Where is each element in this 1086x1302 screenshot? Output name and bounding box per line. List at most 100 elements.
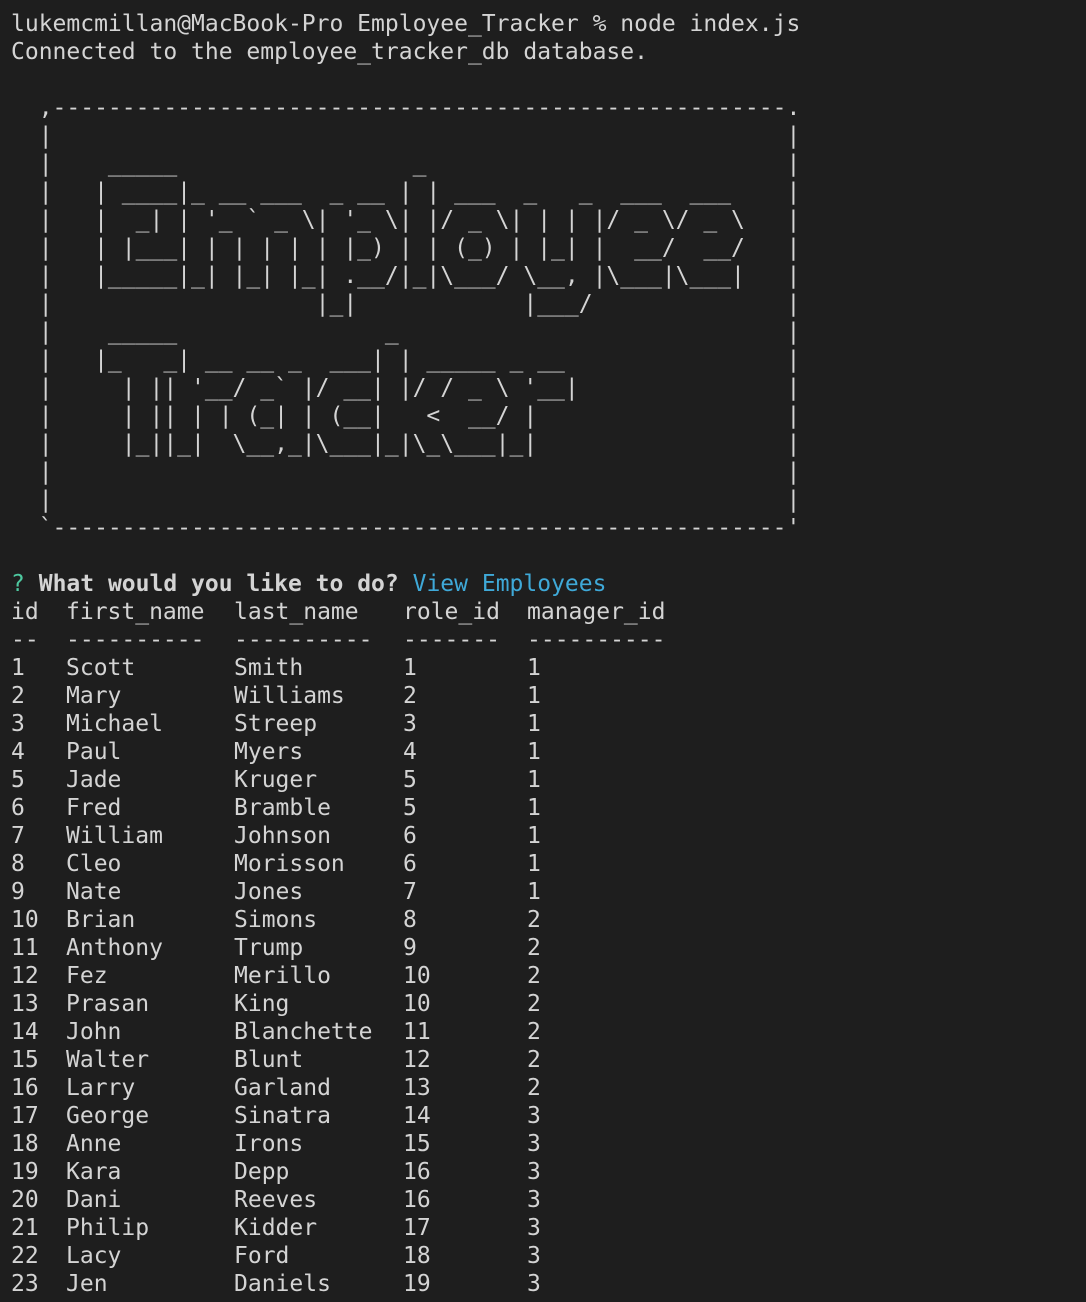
table-row: 14 John Blanchette 11 2 <box>11 1018 1086 1046</box>
column-header-id: id <box>11 599 39 625</box>
cell-last-name: Garland <box>234 1075 331 1101</box>
cell-last-name: Blanchette <box>234 1019 373 1045</box>
separator-role-id: ------- <box>403 627 500 653</box>
table-row: 4 Paul Myers 4 1 <box>11 738 1086 766</box>
cell-first-name: Lacy <box>66 1243 122 1269</box>
cell-last-name: Ford <box>234 1243 290 1269</box>
cell-id: 11 <box>11 935 39 961</box>
cell-manager-id: 3 <box>527 1187 541 1213</box>
banner-line: | | || | | (_| | (__| < __/ | | <box>11 403 801 429</box>
table-body: 1 Scott Smith 1 1 2 Mary Williams 2 1 3 Michael Stre… <box>11 654 1086 1298</box>
table-row: 10 Brian Simons 8 2 <box>11 906 1086 934</box>
cell-last-name: Kruger <box>234 767 318 793</box>
table-separator-row: -- ---------- ---------- ------- -------… <box>11 626 1086 654</box>
cell-first-name: Jen <box>66 1271 108 1297</box>
cell-manager-id: 3 <box>527 1103 541 1129</box>
banner-line: | | |___| | | | | | |_) | | (_) | |_| | … <box>11 235 801 261</box>
table-row: 7 William Johnson 6 1 <box>11 822 1086 850</box>
table-row: 8 Cleo Morisson 6 1 <box>11 850 1086 878</box>
cell-role-id: 9 <box>403 935 417 961</box>
cell-manager-id: 3 <box>527 1159 541 1185</box>
cell-id: 1 <box>11 655 25 681</box>
cell-last-name: Myers <box>234 739 304 765</box>
table-row: 18 Anne Irons 15 3 <box>11 1130 1086 1158</box>
table-row: 1 Scott Smith 1 1 <box>11 654 1086 682</box>
column-header-first-name: first_name <box>66 599 205 625</box>
cell-first-name: William <box>66 823 163 849</box>
cell-role-id: 10 <box>403 963 431 989</box>
cell-id: 6 <box>11 795 25 821</box>
banner-line: | _____ _ | <box>11 151 801 177</box>
table-row: 21 Philip Kidder 17 3 <box>11 1214 1086 1242</box>
cell-role-id: 5 <box>403 795 417 821</box>
cell-manager-id: 3 <box>527 1215 541 1241</box>
cell-id: 15 <box>11 1047 39 1073</box>
cell-role-id: 4 <box>403 739 417 765</box>
cell-last-name: Williams <box>234 683 345 709</box>
banner-line: ,---------------------------------------… <box>11 95 801 121</box>
cell-role-id: 15 <box>403 1131 431 1157</box>
question-line: ? What would you like to do? View Employ… <box>11 570 1086 598</box>
table-row: 11 Anthony Trump 9 2 <box>11 934 1086 962</box>
cell-manager-id: 3 <box>527 1243 541 1269</box>
cell-id: 12 <box>11 963 39 989</box>
cell-id: 5 <box>11 767 25 793</box>
cell-first-name: Fez <box>66 963 108 989</box>
cell-first-name: Mary <box>66 683 122 709</box>
cell-first-name: Anthony <box>66 935 163 961</box>
ascii-banner: ,---------------------------------------… <box>11 94 1086 542</box>
cell-last-name: Morisson <box>234 851 345 877</box>
cell-manager-id: 1 <box>527 851 541 877</box>
cell-first-name: Brian <box>66 907 136 933</box>
cell-role-id: 14 <box>403 1103 431 1129</box>
connected-message: Connected to the employee_tracker_db dat… <box>11 39 648 65</box>
cell-first-name: Michael <box>66 711 163 737</box>
banner-line: | |_____|_| |_| |_| .__/|_|\___/ \__, |\… <box>11 263 801 289</box>
cell-role-id: 16 <box>403 1187 431 1213</box>
cell-first-name: Anne <box>66 1131 122 1157</box>
cell-id: 4 <box>11 739 25 765</box>
table-row: 2 Mary Williams 2 1 <box>11 682 1086 710</box>
separator-first-name: ---------- <box>66 627 205 653</box>
cell-last-name: Jones <box>234 879 304 905</box>
cell-manager-id: 2 <box>527 1019 541 1045</box>
cell-role-id: 18 <box>403 1243 431 1269</box>
selected-answer: View Employees <box>412 571 607 597</box>
separator-id: -- <box>11 627 39 653</box>
cell-role-id: 16 <box>403 1159 431 1185</box>
column-header-role-id: role_id <box>403 599 500 625</box>
cell-role-id: 6 <box>403 823 417 849</box>
cell-last-name: Johnson <box>234 823 331 849</box>
cell-manager-id: 1 <box>527 879 541 905</box>
cell-manager-id: 1 <box>527 739 541 765</box>
cell-last-name: Irons <box>234 1131 304 1157</box>
banner-line: | | _| | '_ ` _ \| '_ \| |/ _ \| | | |/ … <box>11 207 801 233</box>
banner-line: | | <box>11 459 801 485</box>
cell-first-name: Paul <box>66 739 122 765</box>
cell-id: 13 <box>11 991 39 1017</box>
cell-first-name: Scott <box>66 655 136 681</box>
cell-role-id: 11 <box>403 1019 431 1045</box>
table-row: 13 Prasan King 10 2 <box>11 990 1086 1018</box>
cell-role-id: 8 <box>403 907 417 933</box>
table-header-row: id first_name last_name role_id manager_… <box>11 598 1086 626</box>
cell-role-id: 12 <box>403 1047 431 1073</box>
cell-manager-id: 1 <box>527 711 541 737</box>
cell-last-name: Trump <box>234 935 304 961</box>
banner-line: | _____ _ | <box>11 319 801 345</box>
separator-last-name: ---------- <box>234 627 373 653</box>
banner-line: | |_| |___/ | <box>11 291 801 317</box>
column-header-manager-id: manager_id <box>527 599 666 625</box>
cell-id: 21 <box>11 1215 39 1241</box>
cell-manager-id: 1 <box>527 655 541 681</box>
table-row: 20 Dani Reeves 16 3 <box>11 1186 1086 1214</box>
table-row: 19 Kara Depp 16 3 <box>11 1158 1086 1186</box>
cell-role-id: 10 <box>403 991 431 1017</box>
banner-line: | |_ _| __ __ _ ___| | _____ _ __ | <box>11 347 801 373</box>
banner-line: | | || '__/ _` |/ __| |/ / _ \ '__| | <box>11 375 801 401</box>
cell-first-name: Walter <box>66 1047 150 1073</box>
cell-first-name: Cleo <box>66 851 122 877</box>
cell-id: 18 <box>11 1131 39 1157</box>
